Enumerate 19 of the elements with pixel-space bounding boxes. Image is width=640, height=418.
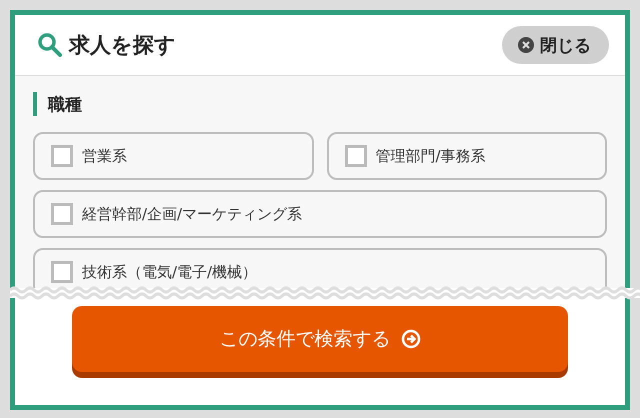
section-marker (33, 92, 37, 116)
close-button[interactable]: 閉じる (502, 26, 609, 64)
checkbox-option[interactable]: 管理部門/事務系 (326, 132, 607, 180)
checkbox-option[interactable]: 経営幹部/企画/マーケティング系 (33, 190, 607, 238)
checkbox[interactable] (51, 145, 73, 167)
option-label: 管理部門/事務系 (376, 146, 486, 166)
option-label: 経営幹部/企画/マーケティング系 (82, 204, 302, 224)
close-icon (518, 37, 534, 53)
checkbox[interactable] (51, 203, 73, 225)
checkbox[interactable] (51, 261, 73, 283)
checkbox-option[interactable]: 営業系 (33, 132, 314, 180)
panel-title: 求人を探す (69, 32, 176, 59)
option-label: 技術系（電気/電子/機械） (82, 262, 258, 282)
arrow-right-icon (400, 329, 420, 349)
option-label: 営業系 (82, 146, 127, 166)
checkbox[interactable] (344, 145, 366, 167)
search-icon (37, 32, 63, 58)
section-title: 職種 (48, 94, 82, 116)
search-button[interactable]: この条件で検索する (72, 306, 568, 372)
